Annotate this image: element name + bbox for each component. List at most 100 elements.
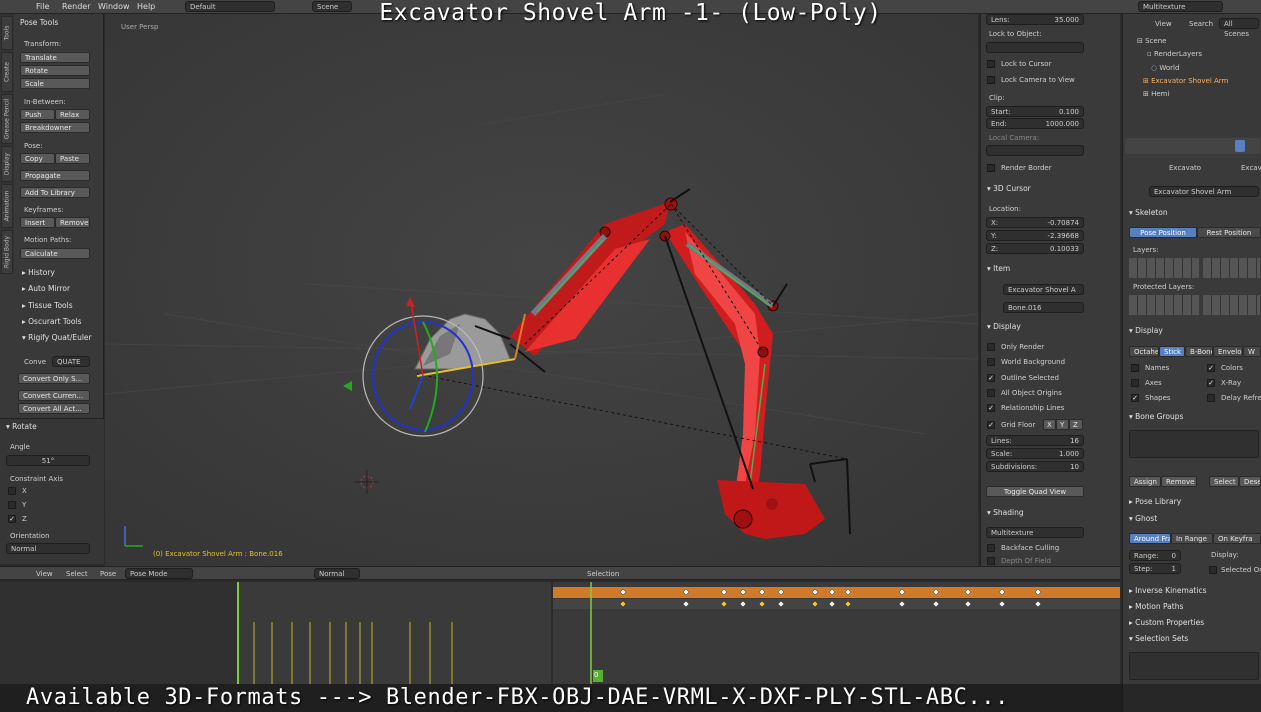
toggle-quad-view-button[interactable]: Toggle Quad View (986, 486, 1084, 497)
current-frame-indicator[interactable]: 0 (594, 671, 598, 679)
rest-position-button[interactable]: Rest Position (1197, 227, 1261, 238)
render-border-checkbox[interactable] (987, 164, 995, 172)
outliner-item-excavator[interactable]: ⊞ Excavator Shovel Arm (1143, 77, 1228, 85)
only-render-checkbox[interactable] (987, 343, 995, 351)
protected-layers-grid-2[interactable] (1203, 295, 1260, 315)
pose-position-button[interactable]: Pose Position (1129, 227, 1197, 238)
copy-pose-button[interactable]: Copy (20, 153, 55, 164)
3d-cursor-header[interactable]: ▾ 3D Cursor (987, 184, 1031, 193)
convert-all-button[interactable]: Convert All Act... (18, 403, 90, 414)
graph-editor[interactable] (0, 582, 551, 684)
draw-bbone-button[interactable]: B-Bone (1185, 346, 1213, 357)
menu-select[interactable]: Select (66, 570, 88, 578)
draw-stick-button[interactable]: Stick (1159, 346, 1185, 357)
armature-name-field[interactable]: Excavator Shovel Arm (1149, 186, 1259, 197)
calculate-button[interactable]: Calculate (20, 248, 90, 259)
select-button[interactable]: Select (1209, 476, 1239, 487)
axis-y-checkbox[interactable] (8, 501, 16, 509)
selection-sets-header[interactable]: ▾ Selection Sets (1129, 634, 1188, 643)
shading-mode-selector[interactable]: Multitexture (986, 527, 1084, 538)
item-header[interactable]: ▾ Item (987, 264, 1010, 273)
armature-display-header[interactable]: ▾ Display (1129, 326, 1163, 335)
add-to-library-button[interactable]: Add To Library (20, 187, 90, 198)
dope-sheet[interactable]: 0 (553, 582, 1120, 684)
outline-selected-checkbox[interactable]: ✓ (987, 374, 995, 382)
outliner-item-scene[interactable]: ⊟ Scene (1137, 37, 1166, 45)
relationship-lines-checkbox[interactable]: ✓ (987, 404, 995, 412)
motion-paths-header[interactable]: ▸ Motion Paths (1129, 602, 1183, 611)
axes-checkbox[interactable] (1131, 379, 1139, 387)
draw-octahedral-button[interactable]: Octahe (1129, 346, 1159, 357)
grid-x-toggle[interactable]: X (1043, 419, 1056, 430)
insert-keyframe-button[interactable]: Insert (20, 217, 55, 228)
ghost-on-keyframes-button[interactable]: On Keyfra (1213, 533, 1261, 544)
cursor-y-field[interactable]: Y: -2.39668 (986, 230, 1084, 241)
grid-y-toggle[interactable]: Y (1056, 419, 1069, 430)
panel-tissue-tools[interactable]: ▸ Tissue Tools (22, 301, 73, 310)
outliner-item-hemi[interactable]: ⊞ Hemi (1143, 90, 1169, 98)
colors-checkbox[interactable]: ✓ (1207, 364, 1215, 372)
clip-end-field[interactable]: End: 1000.000 (986, 118, 1084, 129)
lock-object-field[interactable] (986, 42, 1084, 53)
pose-library-header[interactable]: ▸ Pose Library (1129, 497, 1181, 506)
ik-header[interactable]: ▸ Inverse Kinematics (1129, 586, 1207, 595)
backface-culling-checkbox[interactable] (987, 544, 995, 552)
clip-start-field[interactable]: Start: 0.100 (986, 106, 1084, 117)
grid-lines-field[interactable]: Lines: 16 (986, 435, 1084, 446)
world-background-checkbox[interactable] (987, 358, 995, 366)
outliner-item-world[interactable]: ◌ World (1151, 64, 1179, 72)
tab-rigid-body[interactable]: Rigid Body (1, 230, 13, 274)
panel-history[interactable]: ▸ History (22, 268, 55, 277)
local-camera-field[interactable] (986, 145, 1084, 156)
breakdowner-button[interactable]: Breakdowner (20, 122, 90, 133)
bone-groups-list[interactable] (1129, 430, 1259, 458)
axis-z-checkbox[interactable]: ✓ (8, 515, 16, 523)
convert-only-selected-button[interactable]: Convert Only S... (18, 373, 90, 384)
axis-x-checkbox[interactable] (8, 487, 16, 495)
transform-orientation-selector[interactable]: Normal (314, 568, 360, 579)
protected-layers-grid[interactable] (1129, 295, 1199, 315)
cursor-z-field[interactable]: Z: 0.10033 (986, 243, 1084, 254)
push-button[interactable]: Push (20, 109, 55, 120)
convert-mode-selector[interactable]: QUATE (52, 356, 90, 367)
display-header[interactable]: ▾ Display (987, 322, 1021, 331)
layers-grid-2[interactable] (1203, 258, 1260, 278)
relax-button[interactable]: Relax (55, 109, 90, 120)
shapes-checkbox[interactable]: ✓ (1131, 394, 1139, 402)
tab-grease-pencil[interactable]: Grease Pencil (1, 94, 13, 144)
item-bone-field[interactable]: Bone.016 (1003, 302, 1084, 313)
scale-button[interactable]: Scale (20, 78, 90, 89)
cursor-x-field[interactable]: X: -0.70874 (986, 217, 1084, 228)
ghost-in-range-button[interactable]: In Range (1171, 533, 1213, 544)
item-object-field[interactable]: Excavator Shovel A (1003, 284, 1084, 295)
draw-wire-button[interactable]: W (1243, 346, 1261, 357)
grid-subdivisions-field[interactable]: Subdivisions: 10 (986, 461, 1084, 472)
deselect-button[interactable]: Desele (1239, 476, 1261, 487)
panel-oscurart-tools[interactable]: ▸ Oscurart Tools (22, 317, 81, 326)
translate-button[interactable]: Translate (20, 52, 90, 63)
custom-properties-header[interactable]: ▸ Custom Properties (1129, 618, 1204, 627)
selected-only-checkbox[interactable] (1209, 566, 1217, 574)
selection-sets-list[interactable] (1129, 652, 1259, 680)
armature-tab-icon[interactable] (1235, 140, 1245, 152)
names-checkbox[interactable] (1131, 364, 1139, 372)
grid-z-toggle[interactable]: Z (1069, 419, 1083, 430)
ghost-around-frame-button[interactable]: Around Fra (1129, 533, 1171, 544)
ghost-step-field[interactable]: Step: 1 (1129, 563, 1181, 574)
grid-floor-checkbox[interactable]: ✓ (987, 421, 995, 429)
shading-header[interactable]: ▾ Shading (987, 508, 1024, 517)
tab-display[interactable]: Display (1, 146, 13, 182)
ghost-range-field[interactable]: Range: 0 (1129, 550, 1181, 561)
operator-header[interactable]: ▾ Rotate (6, 422, 37, 431)
orientation-selector[interactable]: Normal (6, 543, 90, 554)
lock-camera-checkbox[interactable] (987, 76, 995, 84)
menu-pose[interactable]: Pose (100, 570, 116, 578)
rotate-button[interactable]: Rotate (20, 65, 90, 76)
remove-keyframe-button[interactable]: Remove (55, 217, 90, 228)
assign-button[interactable]: Assign (1129, 476, 1161, 487)
remove-button[interactable]: Remove (1161, 476, 1197, 487)
ghost-header[interactable]: ▾ Ghost (1129, 514, 1157, 523)
panel-auto-mirror[interactable]: ▸ Auto Mirror (22, 284, 70, 293)
xray-checkbox[interactable]: ✓ (1207, 379, 1215, 387)
draw-envelope-button[interactable]: Envelop (1213, 346, 1243, 357)
